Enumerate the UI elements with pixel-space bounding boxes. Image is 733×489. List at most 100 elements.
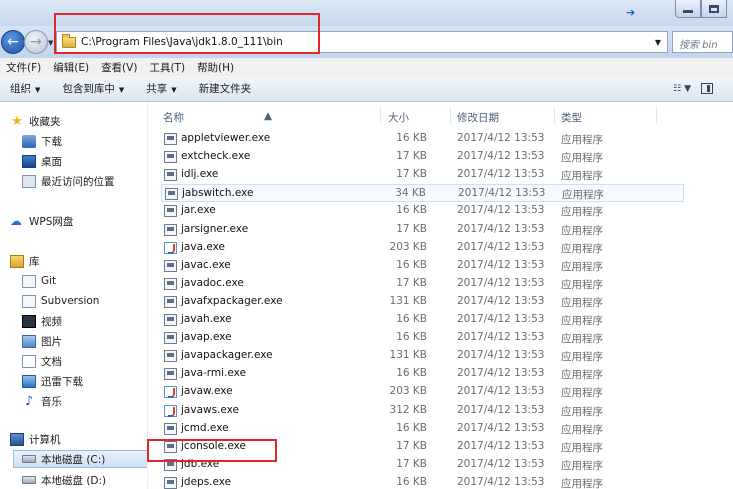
file-date: 2017/4/12 13:53 [457, 457, 545, 470]
sidebar-item-recent[interactable]: 最近访问的位置 [22, 172, 115, 190]
sidebar-item-documents[interactable]: 文档 [22, 352, 62, 370]
file-size: 34 KB [395, 187, 426, 200]
menu-view[interactable]: 查看(V) [101, 60, 137, 75]
share-button[interactable]: 共享 ▼ [146, 81, 176, 96]
file-row[interactable]: javaw.exe 203 KB 2017/4/12 13:53 应用程序 [161, 383, 684, 401]
window-controls [675, 0, 727, 18]
file-row[interactable]: javah.exe 16 KB 2017/4/12 13:53 应用程序 [161, 311, 684, 329]
file-row[interactable]: javadoc.exe 17 KB 2017/4/12 13:53 应用程序 [161, 275, 684, 293]
include-library-button[interactable]: 包含到库中 ▼ [62, 81, 124, 96]
sidebar-item-xunlei[interactable]: 迅雷下载 [22, 372, 83, 390]
minimize-button[interactable] [675, 0, 701, 18]
column-divider[interactable] [380, 106, 381, 124]
sidebar-item-disk-c[interactable]: 本地磁盘 (C:) [13, 450, 148, 468]
new-folder-button[interactable]: 新建文件夹 [199, 81, 252, 96]
file-row[interactable]: javap.exe 16 KB 2017/4/12 13:53 应用程序 [161, 329, 684, 347]
column-size[interactable]: 大小 [388, 110, 409, 125]
file-type: 应用程序 [561, 423, 603, 436]
sidebar-item-label: 桌面 [41, 155, 62, 168]
file-name: javadoc.exe [181, 276, 244, 289]
file-row[interactable]: jcmd.exe 16 KB 2017/4/12 13:53 应用程序 [161, 420, 684, 438]
file-row[interactable]: javafxpackager.exe 131 KB 2017/4/12 13:53 应… [161, 293, 684, 311]
file-row[interactable]: jabswitch.exe 34 KB 2017/4/12 13:53 应用程序 [161, 184, 684, 203]
file-row[interactable]: jar.exe 16 KB 2017/4/12 13:53 应用程序 [161, 202, 684, 220]
menu-tools[interactable]: 工具(T) [149, 60, 185, 75]
menu-file[interactable]: 文件(F) [6, 60, 41, 75]
file-row[interactable]: jdeps.exe 16 KB 2017/4/12 13:53 应用程序 [161, 474, 684, 489]
file-name: jabswitch.exe [182, 187, 254, 200]
application-icon [164, 151, 177, 164]
pane-divider[interactable] [147, 102, 148, 489]
picture-icon [22, 334, 36, 348]
file-size: 17 KB [396, 439, 427, 452]
file-name: java.exe [181, 240, 225, 253]
file-size: 16 KB [396, 331, 427, 344]
view-options-icon[interactable]: ☷ ▼ [673, 84, 691, 94]
application-icon [164, 368, 177, 381]
sidebar-item-git[interactable]: Git [22, 272, 56, 290]
include-library-label: 包含到库中 [62, 83, 115, 95]
sidebar-item-downloads[interactable]: 下载 [22, 132, 62, 150]
library-icon [10, 254, 24, 268]
file-size: 312 KB [389, 403, 427, 416]
sidebar-item-wps[interactable]: ☁ WPS网盘 [10, 212, 73, 230]
file-type: 应用程序 [561, 369, 603, 382]
column-divider[interactable] [554, 106, 555, 124]
menu-edit[interactable]: 编辑(E) [53, 60, 89, 75]
file-row[interactable]: javac.exe 16 KB 2017/4/12 13:53 应用程序 [161, 257, 684, 275]
file-type: 应用程序 [561, 278, 603, 291]
sidebar-item-subversion[interactable]: Subversion [22, 292, 99, 310]
maximize-icon [709, 4, 719, 13]
preview-pane-icon[interactable] [701, 83, 713, 94]
file-row[interactable]: java.exe 203 KB 2017/4/12 13:53 应用程序 [161, 239, 684, 257]
file-row[interactable]: idlj.exe 17 KB 2017/4/12 13:53 应用程序 [161, 166, 684, 184]
file-date: 2017/4/12 13:53 [457, 168, 545, 181]
column-divider[interactable] [656, 106, 657, 124]
file-row[interactable]: extcheck.exe 17 KB 2017/4/12 13:53 应用程序 [161, 148, 684, 166]
java-app-icon [164, 241, 177, 254]
menu-help[interactable]: 帮助(H) [197, 60, 234, 75]
organize-button[interactable]: 组织 ▼ [10, 81, 40, 96]
column-header: ▲ 名称 大小 修改日期 类型 [148, 102, 733, 128]
chevron-down-icon[interactable]: ▼ [655, 38, 661, 47]
cloud-icon: ☁ [10, 213, 22, 228]
file-name: javap.exe [181, 331, 232, 344]
recent-pages-dropdown[interactable]: ▼ [48, 39, 53, 47]
column-type[interactable]: 类型 [561, 110, 582, 125]
file-size: 131 KB [389, 349, 427, 362]
file-row[interactable]: java-rmi.exe 16 KB 2017/4/12 13:53 应用程序 [161, 365, 684, 383]
sidebar-item-pictures[interactable]: 图片 [22, 332, 62, 350]
sidebar-item-label: 下载 [41, 135, 62, 148]
file-date: 2017/4/12 13:53 [457, 150, 545, 163]
sidebar-item-desktop[interactable]: 桌面 [22, 152, 62, 170]
file-row[interactable]: jarsigner.exe 17 KB 2017/4/12 13:53 应用程序 [161, 221, 684, 239]
file-row[interactable]: javaws.exe 312 KB 2017/4/12 13:53 应用程序 [161, 402, 684, 420]
sidebar-item-favorites[interactable]: ★ 收藏夹 [10, 112, 60, 130]
application-icon [164, 205, 177, 218]
sidebar-item-label: 视频 [41, 315, 62, 328]
share-label: 共享 [146, 83, 168, 95]
column-name[interactable]: 名称 [163, 110, 184, 125]
sidebar-item-label: WPS网盘 [29, 215, 74, 228]
file-name: javaw.exe [181, 385, 233, 398]
file-size: 17 KB [396, 150, 427, 163]
search-input[interactable]: 搜索 bin [672, 31, 733, 53]
back-button[interactable]: ← [1, 30, 25, 54]
sidebar-item-music[interactable]: ♪ 音乐 [22, 392, 62, 410]
sidebar-item-disk-d[interactable]: 本地磁盘 (D:) [22, 471, 106, 489]
sidebar-item-videos[interactable]: 视频 [22, 312, 62, 330]
file-date: 2017/4/12 13:53 [457, 132, 545, 144]
file-row[interactable]: javapackager.exe 131 KB 2017/4/12 13:53 应用程… [161, 347, 684, 365]
forward-button[interactable]: → [24, 30, 48, 54]
chevron-down-icon: ▼ [171, 86, 177, 94]
java-app-icon [164, 404, 177, 417]
sidebar-item-computer[interactable]: 计算机 [10, 430, 61, 448]
maximize-button[interactable] [701, 0, 727, 18]
downloads-icon [22, 134, 36, 148]
menu-bar: 文件(F) 编辑(E) 查看(V) 工具(T) 帮助(H) [0, 58, 733, 76]
sidebar-item-libraries[interactable]: 库 [10, 252, 40, 270]
file-row[interactable]: appletviewer.exe 16 KB 2017/4/12 13:53 应用程序 [161, 130, 684, 148]
column-modified[interactable]: 修改日期 [457, 110, 499, 125]
file-name: javafxpackager.exe [181, 294, 283, 307]
column-divider[interactable] [450, 106, 451, 124]
